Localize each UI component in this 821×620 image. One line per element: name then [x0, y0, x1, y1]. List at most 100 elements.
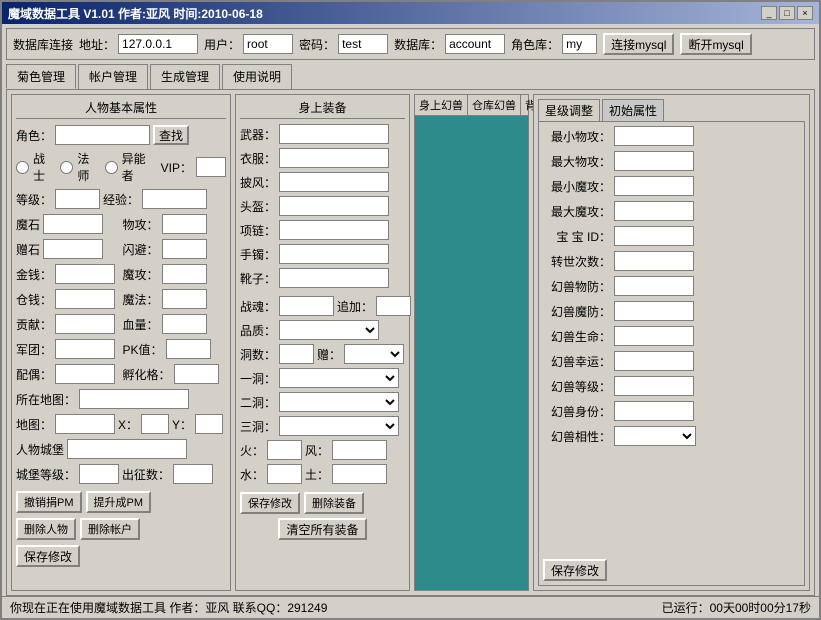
minimize-button[interactable]: _ [761, 6, 777, 20]
pet-luck-input[interactable] [614, 351, 694, 371]
hole3-select[interactable] [279, 416, 399, 436]
cancel-pm-button[interactable]: 撤销捐PM [16, 491, 82, 513]
left-save-button[interactable]: 保存修改 [16, 545, 80, 567]
castle-level-input[interactable] [79, 464, 119, 484]
address-input[interactable] [118, 34, 198, 54]
pk-input[interactable] [166, 339, 211, 359]
magic-def-input[interactable] [162, 289, 207, 309]
status-left: 你现在正在使用魔域数据工具 作者：亚风 联系QQ：291249 [10, 599, 327, 616]
wind-input[interactable] [332, 440, 387, 460]
connect-button[interactable]: 连接mysql [603, 33, 674, 55]
database-input[interactable] [445, 34, 505, 54]
tab-0[interactable]: 菊色管理 [6, 64, 76, 89]
pet-phys-def-input[interactable] [614, 276, 694, 296]
gem-input[interactable] [43, 239, 103, 259]
bracelet-input[interactable] [279, 244, 389, 264]
max-phys-atk-input[interactable] [614, 151, 694, 171]
level-input[interactable] [55, 189, 100, 209]
map-input[interactable] [55, 414, 115, 434]
radio-psychic[interactable] [105, 161, 118, 174]
right-tab-1[interactable]: 初始属性 [602, 99, 664, 121]
expedition-input[interactable] [173, 464, 213, 484]
tab-3[interactable]: 使用说明 [222, 64, 292, 89]
holes-input[interactable] [279, 344, 314, 364]
castle-input[interactable] [67, 439, 187, 459]
boots-row: 靴子： [240, 268, 405, 288]
database-group: 数据库： [394, 34, 505, 54]
hp-input[interactable] [162, 314, 207, 334]
y-input[interactable] [195, 414, 223, 434]
earth-input[interactable] [332, 464, 387, 484]
helmet-input[interactable] [279, 196, 389, 216]
add-input[interactable] [376, 296, 411, 316]
min-phys-atk-input[interactable] [614, 126, 694, 146]
radio-warrior[interactable] [16, 161, 29, 174]
quality-select[interactable] [279, 320, 379, 340]
max-magic-atk-label: 最大魔攻： [543, 203, 611, 220]
flash-input[interactable] [162, 239, 207, 259]
right-save-button[interactable]: 保存修改 [543, 559, 607, 581]
delete-char-button[interactable]: 删除人物 [16, 518, 76, 540]
gold-input[interactable] [55, 264, 115, 284]
water-input[interactable] [267, 464, 302, 484]
reincarnation-input[interactable] [614, 251, 694, 271]
magic-atk-input[interactable] [162, 264, 207, 284]
pet-tab-0[interactable]: 身上幻兽 [415, 95, 468, 115]
vip-input[interactable] [196, 157, 226, 177]
necklace-input[interactable] [279, 220, 389, 240]
clothes-input[interactable] [279, 148, 389, 168]
disconnect-button[interactable]: 断开mysql [680, 33, 751, 55]
warehouse-input[interactable] [55, 289, 115, 309]
current-map-input[interactable] [79, 389, 189, 409]
search-button[interactable]: 查找 [153, 125, 189, 145]
x-input[interactable] [141, 414, 169, 434]
pet-tab-1[interactable]: 仓库幻兽 [468, 95, 521, 115]
boots-input[interactable] [279, 268, 389, 288]
contribution-input[interactable] [55, 314, 115, 334]
magic-stone-input[interactable] [43, 214, 103, 234]
tab-2[interactable]: 生成管理 [150, 64, 220, 89]
maximize-button[interactable]: □ [779, 6, 795, 20]
exp-input[interactable] [142, 189, 207, 209]
battle-soul-input[interactable] [279, 296, 334, 316]
army-input[interactable] [55, 339, 115, 359]
radio-mage[interactable] [60, 161, 73, 174]
weapon-input[interactable] [279, 124, 389, 144]
cape-input[interactable] [279, 172, 389, 192]
hatch-input[interactable] [174, 364, 219, 384]
min-magic-atk-input[interactable] [614, 176, 694, 196]
role-input[interactable] [55, 125, 150, 145]
pet-hp-input[interactable] [614, 326, 694, 346]
password-input[interactable] [338, 34, 388, 54]
pet-identity-input[interactable] [614, 401, 694, 421]
clear-all-button[interactable]: 清空所有装备 [278, 518, 366, 540]
min-magic-atk-label: 最小魔攻： [543, 178, 611, 195]
tab-1[interactable]: 帐户管理 [78, 64, 148, 89]
equip-save-button[interactable]: 保存修改 [240, 492, 300, 514]
max-magic-atk-input[interactable] [614, 201, 694, 221]
match-input[interactable] [55, 364, 115, 384]
pet-affinity-select[interactable] [614, 426, 696, 446]
right-tab-0[interactable]: 星级调整 [538, 99, 600, 121]
address-label: 地址： [79, 36, 115, 53]
bracelet-label: 手镯： [240, 246, 276, 263]
fire-input[interactable] [267, 440, 302, 460]
pet-magic-def-input[interactable] [614, 301, 694, 321]
role-db-input[interactable] [562, 34, 597, 54]
bracelet-row: 手镯： [240, 244, 405, 264]
upgrade-pm-button[interactable]: 提升成PM [86, 491, 152, 513]
equip-delete-button[interactable]: 删除装备 [304, 492, 364, 514]
pet-level-input[interactable] [614, 376, 694, 396]
gift-select[interactable] [344, 344, 404, 364]
holes-row: 洞数： 赠： [240, 344, 405, 364]
pet-id-input[interactable] [614, 226, 694, 246]
pet-id-label: 宝 宝 ID： [543, 228, 611, 245]
hole1-select[interactable] [279, 368, 399, 388]
phys-atk-input[interactable] [162, 214, 207, 234]
delete-account-button[interactable]: 删除帐户 [80, 518, 140, 540]
hp-label: 血量： [123, 316, 159, 333]
user-input[interactable] [243, 34, 293, 54]
pet-level-label: 幻兽等级： [543, 378, 611, 395]
hole2-select[interactable] [279, 392, 399, 412]
close-button[interactable]: × [797, 6, 813, 20]
